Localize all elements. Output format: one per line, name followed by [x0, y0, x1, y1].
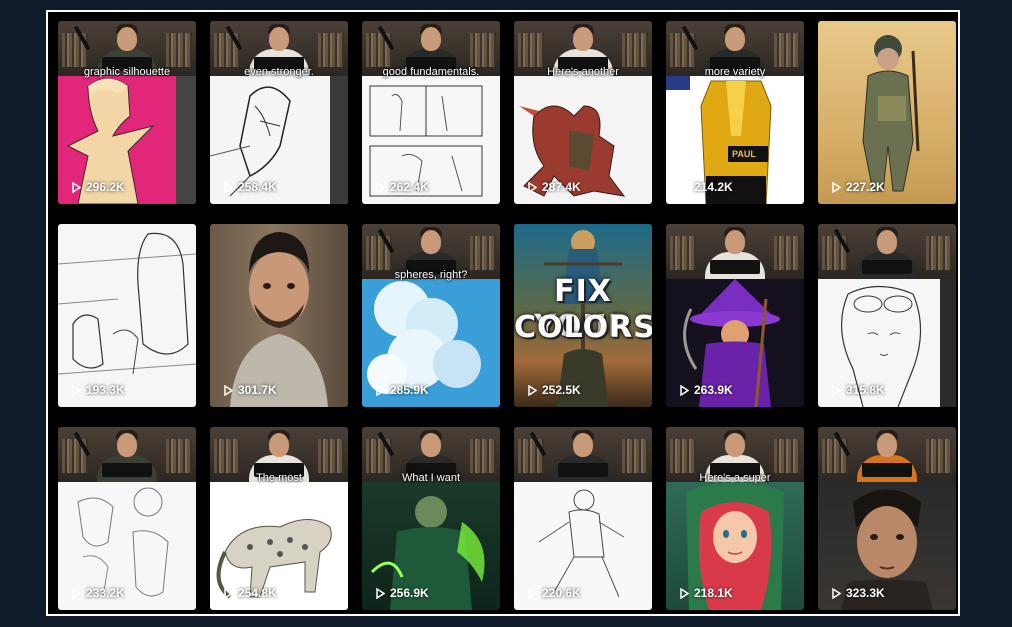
view-count: 252.5K [528, 383, 581, 397]
video-tile[interactable]: 315.8K [818, 224, 956, 407]
video-tile[interactable]: PAUL more variety 214.2K [666, 21, 804, 204]
view-count-value: 254.8K [238, 586, 277, 600]
video-caption: Here's another [547, 66, 619, 78]
video-tile[interactable]: 227.2K [818, 21, 956, 204]
video-grid-frame: graphic silhouette 296.2K even stronger. [46, 10, 960, 616]
presenter-thumbnail [666, 224, 804, 279]
view-count-value: 193.3K [86, 383, 125, 397]
play-icon [832, 384, 841, 396]
video-tile[interactable]: Here's a super 218.1K [666, 427, 804, 610]
play-icon [224, 181, 233, 193]
video-caption: Here's a super [699, 472, 771, 484]
video-caption: even stronger. [244, 66, 314, 78]
video-tile[interactable]: 233.2K [58, 427, 196, 610]
presenter-thumbnail [818, 427, 956, 482]
video-tile[interactable]: 263.9K [666, 224, 804, 407]
video-tile[interactable]: good fundamentals. 262.4K [362, 21, 500, 204]
view-count: 254.8K [224, 586, 277, 600]
view-count-value: 301.7K [238, 383, 277, 397]
video-tile[interactable]: even stronger. 258.4K [210, 21, 348, 204]
video-caption: spheres, right? [394, 269, 468, 281]
view-count: 296.2K [72, 180, 125, 194]
view-count-value: 256.9K [390, 586, 429, 600]
play-icon [72, 384, 81, 396]
presenter-thumbnail [818, 224, 956, 279]
video-caption: The most [256, 472, 302, 484]
view-count: 256.9K [376, 586, 429, 600]
view-count: 233.2K [72, 586, 125, 600]
view-count-value: 258.4K [238, 180, 277, 194]
play-icon [72, 587, 81, 599]
video-tile[interactable]: FIX YOUR COLORS 252.5K [514, 224, 652, 407]
video-tile[interactable]: graphic silhouette 296.2K [58, 21, 196, 204]
play-icon [376, 181, 385, 193]
play-icon [528, 384, 537, 396]
view-count: 323.3K [832, 586, 885, 600]
presenter-thumbnail [514, 427, 652, 482]
view-count: 214.2K [680, 180, 733, 194]
play-icon [528, 587, 537, 599]
play-icon [528, 181, 537, 193]
view-count: 285.9K [376, 383, 429, 397]
video-caption: What I want [401, 472, 461, 484]
video-tile[interactable]: 193.3K [58, 224, 196, 407]
play-icon [680, 181, 689, 193]
view-count-value: 220.6K [542, 586, 581, 600]
play-icon [72, 181, 81, 193]
artwork-preview [818, 21, 956, 204]
view-count: 193.3K [72, 383, 125, 397]
view-count-value: 287.4K [542, 180, 581, 194]
view-count: 263.9K [680, 383, 733, 397]
view-count-value: 262.4K [390, 180, 429, 194]
video-caption: graphic silhouette [83, 66, 171, 78]
video-grid: graphic silhouette 296.2K even stronger. [58, 21, 956, 610]
view-count-value: 252.5K [542, 383, 581, 397]
view-count-value: 218.1K [694, 586, 733, 600]
play-icon [376, 587, 385, 599]
view-count-value: 285.9K [390, 383, 429, 397]
presenter-thumbnail [58, 427, 196, 482]
view-count: 301.7K [224, 383, 277, 397]
play-icon [832, 587, 841, 599]
overlay-title-line2: COLORS [514, 310, 652, 345]
view-count: 315.8K [832, 383, 885, 397]
view-count-value: 263.9K [694, 383, 733, 397]
view-count: 262.4K [376, 180, 429, 194]
play-icon [680, 587, 689, 599]
artwork-preview [58, 224, 196, 407]
video-tile[interactable]: 323.3K [818, 427, 956, 610]
view-count: 227.2K [832, 180, 885, 194]
play-icon [224, 587, 233, 599]
presenter-thumbnail [210, 224, 348, 407]
video-tile[interactable]: spheres, right? 285.9K [362, 224, 500, 407]
play-icon [376, 384, 385, 396]
view-count-value: 296.2K [86, 180, 125, 194]
play-icon [224, 384, 233, 396]
view-count-value: 315.8K [846, 383, 885, 397]
video-tile[interactable]: The most 254.8K [210, 427, 348, 610]
video-tile[interactable]: Here's another 287.4K [514, 21, 652, 204]
view-count-value: 323.3K [846, 586, 885, 600]
play-icon [832, 181, 841, 193]
robe-label: PAUL [732, 149, 756, 159]
view-count: 287.4K [528, 180, 581, 194]
view-count: 258.4K [224, 180, 277, 194]
video-tile[interactable]: 220.6K [514, 427, 652, 610]
view-count: 220.6K [528, 586, 581, 600]
view-count-value: 233.2K [86, 586, 125, 600]
video-tile[interactable]: 301.7K [210, 224, 348, 407]
video-caption: good fundamentals. [382, 66, 480, 78]
video-caption: more variety [704, 66, 766, 78]
play-icon [680, 384, 689, 396]
view-count-value: 227.2K [846, 180, 885, 194]
video-tile[interactable]: What I want 256.9K [362, 427, 500, 610]
view-count-value: 214.2K [694, 180, 733, 194]
view-count: 218.1K [680, 586, 733, 600]
